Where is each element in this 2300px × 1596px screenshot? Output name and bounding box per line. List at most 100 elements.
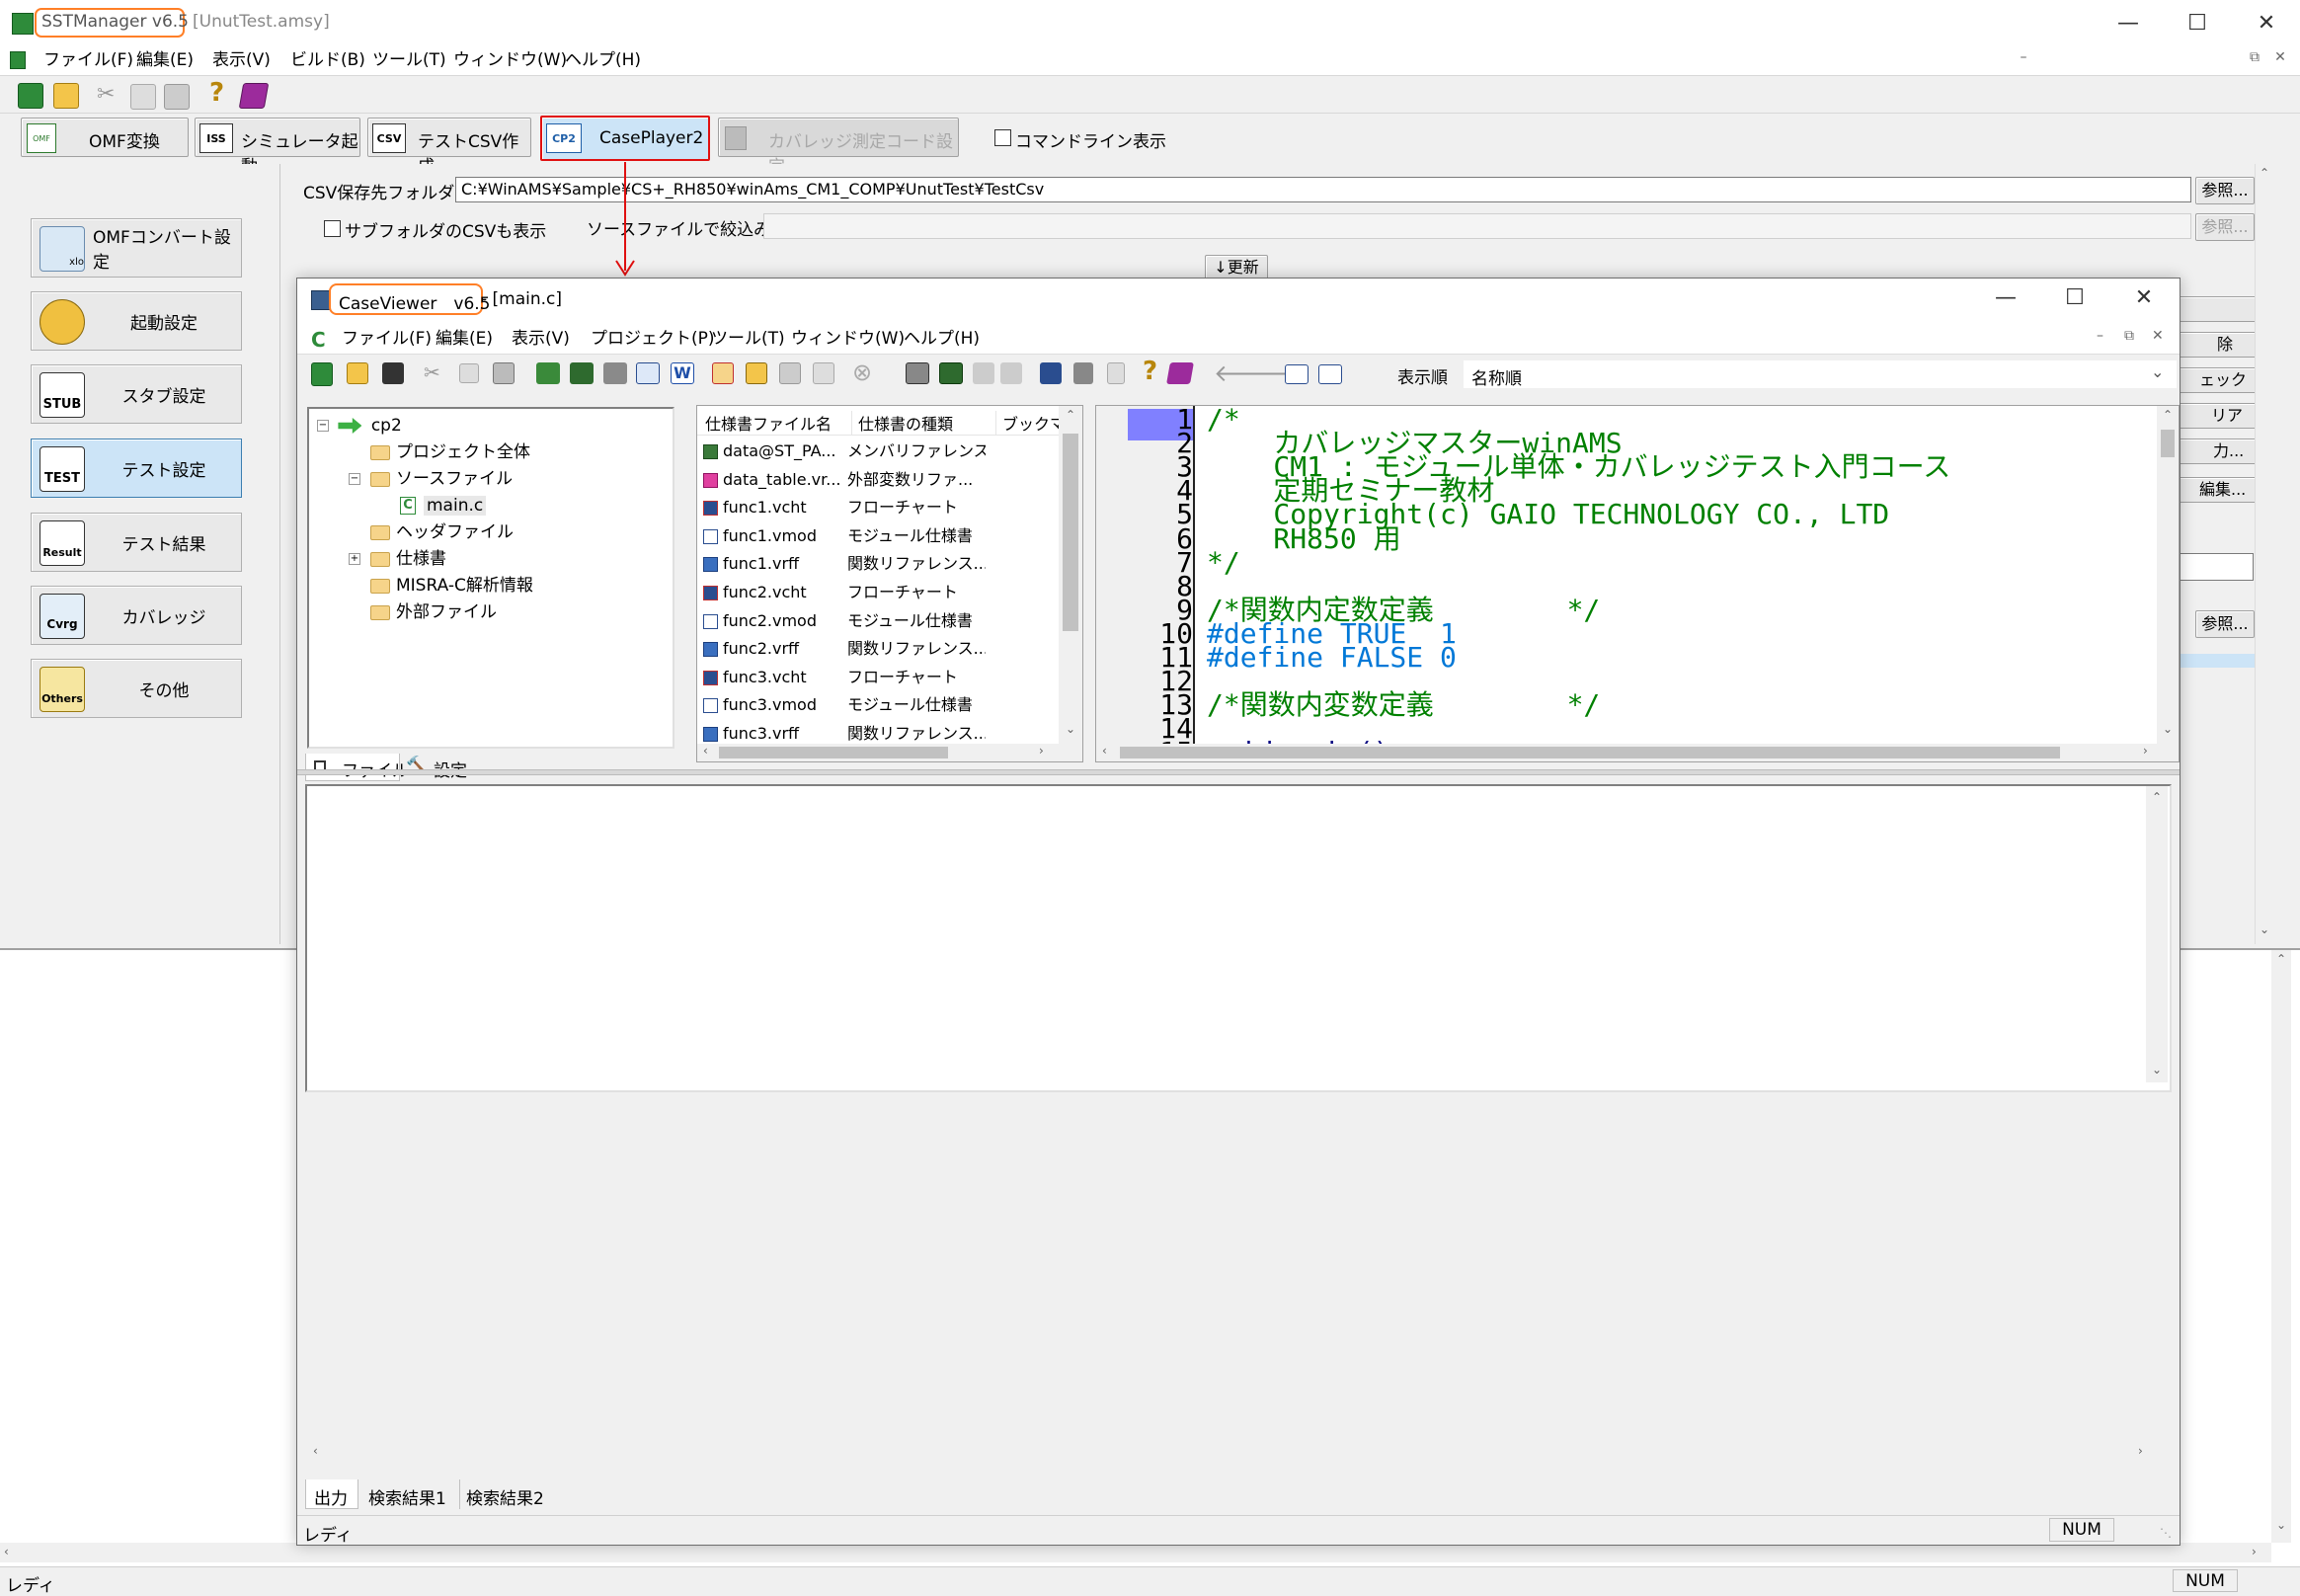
- partial-button-6[interactable]: 編集...: [2177, 477, 2258, 503]
- source-filter-browse-button[interactable]: 参照...: [2195, 213, 2255, 241]
- main-output-scroll-right-icon[interactable]: ›: [2252, 1545, 2257, 1558]
- viewer-spec1-icon[interactable]: [712, 362, 734, 384]
- spec-hscroll-thumb[interactable]: [719, 747, 948, 758]
- viewer-next-icon[interactable]: [1000, 362, 1022, 384]
- tree-item-source-files[interactable]: − ソースファイル: [349, 466, 513, 493]
- tree-item-external-files[interactable]: 外部ファイル: [370, 599, 497, 626]
- main-output-vscroll[interactable]: ⌃ ⌄: [2271, 950, 2291, 1543]
- viewer-stop-icon[interactable]: ⊗: [852, 359, 872, 386]
- partial-button-2[interactable]: 除: [2177, 332, 2258, 358]
- viewer-close-button[interactable]: ✕: [2109, 275, 2179, 320]
- viewer-menu-project[interactable]: プロジェクト(P): [591, 324, 715, 354]
- viewer-menu-window[interactable]: ウィンドウ(W): [791, 324, 905, 354]
- viewer-window3-icon[interactable]: [1107, 362, 1125, 384]
- viewer-menu-view[interactable]: 表示(V): [512, 324, 570, 354]
- viewer-tool3-icon[interactable]: [603, 362, 627, 384]
- viewer-find-icon[interactable]: [939, 362, 963, 384]
- sidebar-item-omf-convert[interactable]: xlo OMFコンバート設定: [31, 218, 242, 278]
- new-icon[interactable]: [18, 83, 43, 109]
- omf-convert-button[interactable]: OMF OMF変換: [21, 118, 189, 157]
- spec-scroll-up-icon[interactable]: ⌃: [1059, 408, 1082, 422]
- spec-header-bookmark[interactable]: ブックマ: [995, 411, 1059, 435]
- viewer-print-icon[interactable]: [906, 362, 929, 384]
- horizontal-splitter[interactable]: [297, 769, 2180, 775]
- viewer-prev-icon[interactable]: [973, 362, 994, 384]
- viewer-spec2-icon[interactable]: [746, 362, 767, 384]
- spec-list-item[interactable]: func3.vmod モジュール仕様書: [697, 691, 1053, 720]
- cmdline-checkbox[interactable]: [994, 129, 1011, 146]
- csv-folder-browse-button[interactable]: 参照...: [2195, 177, 2255, 204]
- sidebar-item-coverage[interactable]: Cvrg カバレッジ: [31, 586, 242, 645]
- main-output-hscroll[interactable]: ‹ ›: [0, 1543, 2271, 1562]
- menu-tools[interactable]: ツール(T): [372, 45, 446, 75]
- menu-build[interactable]: ビルド(B): [290, 45, 365, 75]
- spec-list-item[interactable]: data@ST_PA... メンバリファレンス...: [697, 438, 1053, 466]
- partial-browse-button[interactable]: 参照...: [2195, 610, 2255, 638]
- menu-edit[interactable]: 編集(E): [136, 45, 194, 75]
- tab-output[interactable]: 出力: [305, 1479, 358, 1509]
- viewer-menu-edit[interactable]: 編集(E): [436, 324, 493, 354]
- main-output-scroll-down-icon[interactable]: ⌄: [2271, 1518, 2291, 1532]
- spec-scroll-right-icon[interactable]: ›: [1039, 744, 1044, 758]
- sidebar-item-launch[interactable]: 起動設定: [31, 291, 242, 351]
- spec-list-item[interactable]: func3.vcht フローチャート: [697, 664, 1053, 692]
- spec-scroll-thumb[interactable]: [1063, 434, 1078, 631]
- partial-button-5[interactable]: 力...: [2177, 439, 2258, 464]
- tree-item-misra[interactable]: MISRA-C解析情報: [370, 573, 533, 599]
- resize-grip-icon[interactable]: ⋱: [2160, 1526, 2172, 1540]
- viewer-html-icon[interactable]: [636, 362, 660, 384]
- viewer-spec4-icon[interactable]: [813, 362, 834, 384]
- simulator-start-button[interactable]: ISS シミュレータ起動: [195, 118, 360, 177]
- expand-icon[interactable]: +: [349, 553, 360, 565]
- menu-window[interactable]: ウィンドウ(W): [453, 45, 567, 75]
- main-output-scroll-left-icon[interactable]: ‹: [4, 1545, 9, 1558]
- tab-search-result-2[interactable]: 検索結果2: [459, 1479, 554, 1509]
- tree-item-header-files[interactable]: ヘッダファイル: [370, 519, 514, 546]
- tree-item-main-c[interactable]: Cmain.c: [400, 493, 487, 519]
- copy-icon[interactable]: [130, 84, 156, 110]
- viewer-maximize-button[interactable]: ☐: [2040, 275, 2109, 320]
- viewer-paste-icon[interactable]: [493, 362, 515, 384]
- viewer-menu-file[interactable]: ファイル(F): [342, 324, 432, 354]
- viewer-mdi-minimize-button[interactable]: –: [2097, 328, 2103, 344]
- partial-button-4[interactable]: リア: [2177, 403, 2258, 429]
- viewer-tool2-icon[interactable]: [570, 362, 594, 384]
- viewer-minimize-button[interactable]: —: [1971, 275, 2040, 320]
- tree-item-project-all[interactable]: プロジェクト全体: [370, 439, 530, 466]
- code-scroll-right-icon[interactable]: ›: [2143, 744, 2148, 758]
- spec-header-type[interactable]: 仕様書の種類: [851, 411, 953, 435]
- output-hscroll[interactable]: ‹ ›: [307, 1444, 2172, 1462]
- cut-icon[interactable]: ✂: [97, 82, 115, 107]
- sidebar-item-stub[interactable]: STUB スタブ設定: [31, 364, 242, 424]
- maximize-button[interactable]: ☐: [2163, 0, 2232, 45]
- spec-scroll-down-icon[interactable]: ⌄: [1059, 722, 1082, 736]
- viewer-tool1-icon[interactable]: [536, 362, 560, 384]
- mdi-close-button[interactable]: ✕: [2269, 49, 2291, 71]
- spec-list-hscroll[interactable]: ‹ ›: [697, 744, 1082, 761]
- code-scroll-up-icon[interactable]: ⌃: [2157, 408, 2179, 422]
- open-folder-icon[interactable]: [53, 83, 79, 109]
- subfolder-checkbox[interactable]: [324, 220, 341, 237]
- tree-item-specs[interactable]: + 仕様書: [349, 546, 446, 573]
- viewer-save-icon[interactable]: [382, 362, 404, 384]
- close-button[interactable]: ✕: [2232, 0, 2300, 45]
- collapse-icon[interactable]: −: [317, 420, 329, 432]
- paste-icon[interactable]: [164, 84, 190, 110]
- collapse-icon[interactable]: −: [349, 473, 360, 485]
- viewer-window2-icon[interactable]: [1073, 362, 1093, 384]
- sort-order-select[interactable]: 名称順 ⌄: [1463, 359, 2178, 389]
- help-icon[interactable]: ?: [209, 78, 224, 108]
- viewer-help-icon[interactable]: ?: [1143, 357, 1157, 386]
- code-scroll-down-icon[interactable]: ⌄: [2157, 722, 2179, 736]
- viewer-cut-icon[interactable]: ✂: [424, 360, 440, 384]
- output-vscroll[interactable]: ⌃ ⌄: [2146, 786, 2168, 1082]
- spec-scroll-left-icon[interactable]: ‹: [703, 744, 708, 758]
- viewer-open-icon[interactable]: [347, 362, 368, 384]
- output-scroll-left-icon[interactable]: ‹: [313, 1444, 318, 1458]
- sidebar-item-others[interactable]: Others その他: [31, 659, 242, 718]
- csv-folder-input[interactable]: C:¥WinAMS¥Sample¥CS+_RH850¥winAms_CM1_CO…: [455, 177, 2191, 202]
- manual-book-icon[interactable]: [238, 83, 270, 109]
- spec-list-item[interactable]: func2.vcht フローチャート: [697, 579, 1053, 607]
- spec-list-item[interactable]: func1.vrff 関数リファレンス...: [697, 550, 1053, 579]
- viewer-mdi-close-button[interactable]: ✕: [2152, 328, 2164, 344]
